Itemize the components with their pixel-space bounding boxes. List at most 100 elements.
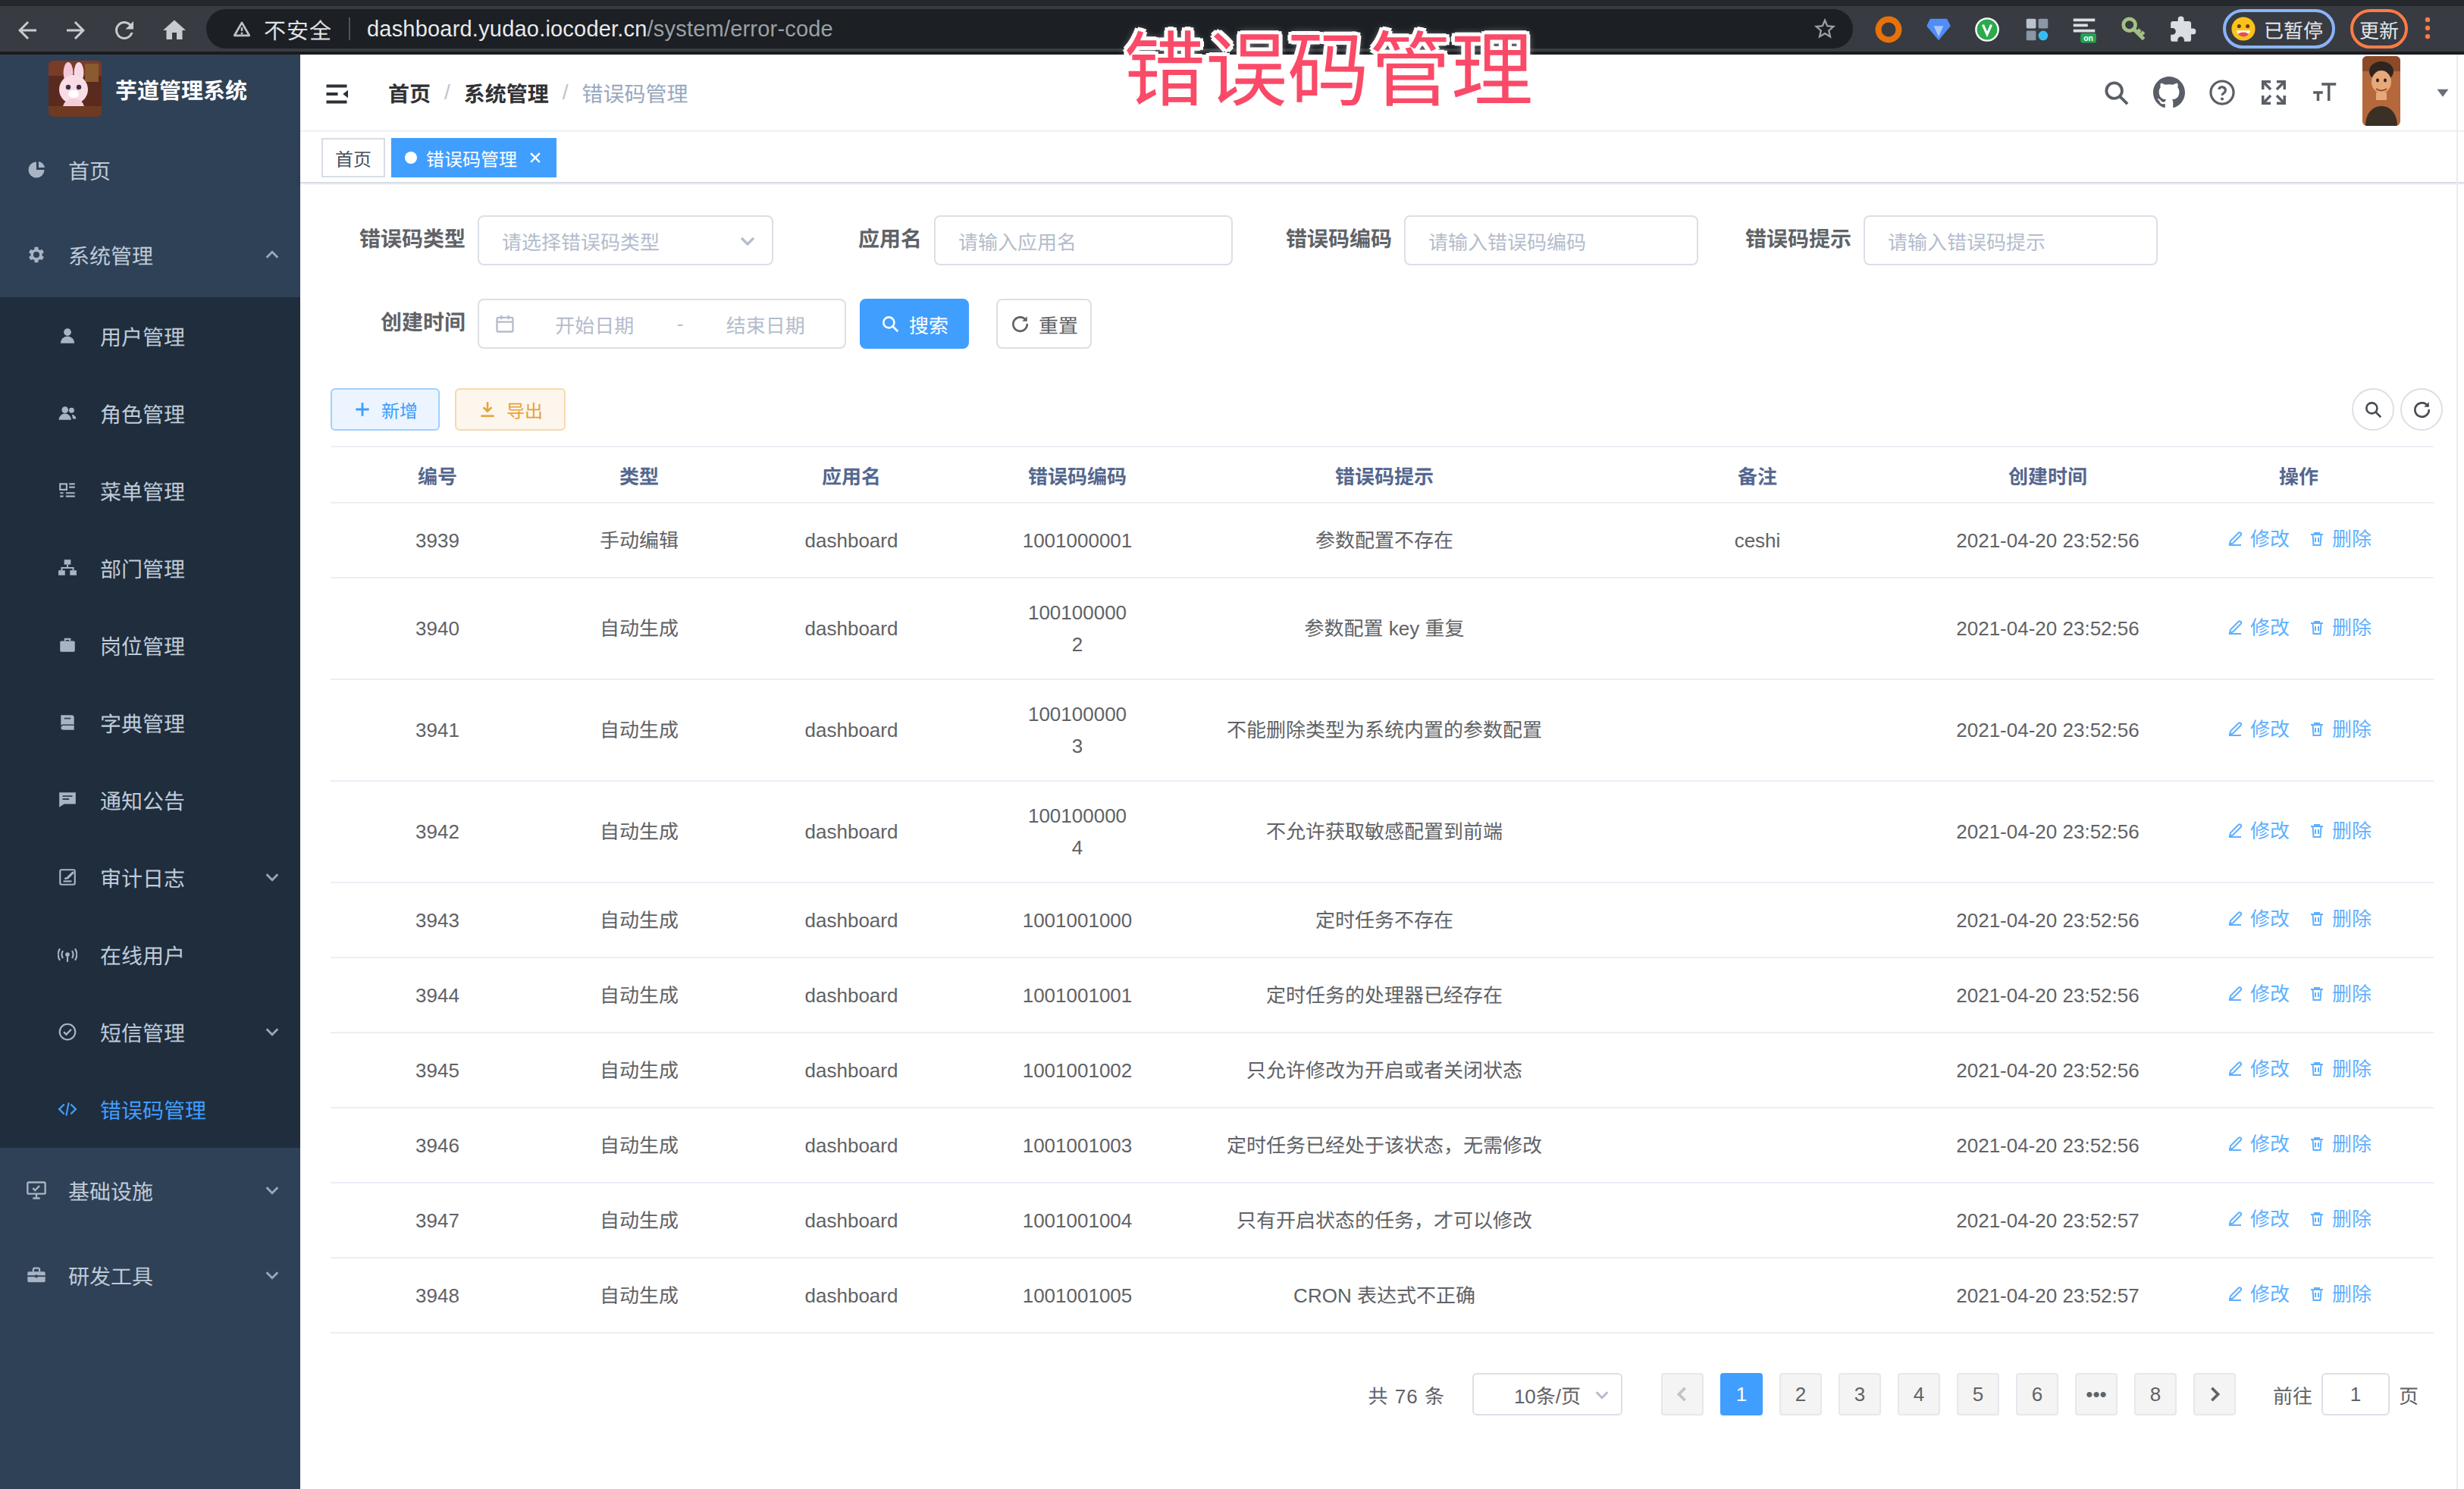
extension-gem-icon[interactable] bbox=[1924, 15, 1953, 44]
delete-link[interactable]: 删除 bbox=[2308, 1277, 2372, 1312]
user-caret-down-icon[interactable] bbox=[2435, 85, 2450, 100]
browser-back-icon[interactable] bbox=[14, 17, 41, 44]
scrollbar-track[interactable] bbox=[2456, 55, 2458, 1489]
delete-link[interactable]: 删除 bbox=[2308, 901, 2372, 936]
tag-error-code[interactable]: 错误码管理 bbox=[391, 138, 556, 177]
search-button[interactable]: 搜索 bbox=[860, 299, 969, 349]
browser-forward-icon[interactable] bbox=[62, 17, 89, 44]
help-icon[interactable] bbox=[2208, 78, 2237, 107]
edit-link[interactable]: 修改 bbox=[2226, 1202, 2290, 1237]
toggle-search-button[interactable] bbox=[2352, 388, 2394, 431]
column-header: 类型 bbox=[544, 447, 734, 503]
profile-paused-chip[interactable]: 已暂停 bbox=[2223, 9, 2335, 49]
extension-list-on-icon[interactable]: on bbox=[2070, 15, 2099, 44]
export-button[interactable]: 导出 bbox=[455, 388, 566, 431]
sidebar-logo[interactable]: 芋道管理系统 bbox=[0, 55, 300, 127]
github-icon[interactable] bbox=[2153, 77, 2185, 108]
sidebar-item-infra[interactable]: 基础设施 bbox=[0, 1148, 300, 1233]
extension-key-icon[interactable] bbox=[2120, 15, 2149, 44]
tag-home[interactable]: 首页 bbox=[321, 138, 385, 177]
prev-page-button[interactable] bbox=[1661, 1373, 1704, 1415]
sidebar-item-online-user[interactable]: 在线用户 bbox=[0, 916, 300, 993]
add-button[interactable]: 新增 bbox=[331, 388, 440, 431]
user-avatar[interactable] bbox=[2362, 56, 2400, 126]
hint-input[interactable]: 请输入错误码提示 bbox=[1864, 215, 2158, 265]
cell-id: 3940 bbox=[331, 578, 544, 679]
browser-menu-kebab-icon[interactable] bbox=[2422, 14, 2434, 42]
delete-link[interactable]: 删除 bbox=[2308, 522, 2372, 556]
delete-link[interactable]: 删除 bbox=[2308, 1202, 2372, 1237]
tag-close-icon[interactable] bbox=[528, 150, 543, 165]
next-page-button[interactable] bbox=[2193, 1373, 2236, 1415]
browser-reload-icon[interactable] bbox=[111, 17, 138, 44]
delete-link[interactable]: 删除 bbox=[2308, 712, 2372, 747]
edit-link[interactable]: 修改 bbox=[2226, 1052, 2290, 1086]
delete-trash-icon bbox=[2308, 1060, 2326, 1078]
sidebar-item-sms[interactable]: 短信管理 bbox=[0, 993, 300, 1071]
page-ellipsis[interactable]: ••• bbox=[2075, 1373, 2118, 1415]
delete-label: 删除 bbox=[2332, 901, 2372, 936]
sidebar-item-role[interactable]: 角色管理 bbox=[0, 375, 300, 452]
header-search-icon[interactable] bbox=[2102, 78, 2130, 107]
breadcrumb-system[interactable]: 系统管理 bbox=[464, 77, 549, 108]
address-bar[interactable]: 不安全 dashboard.yudao.iocoder.cn/system/er… bbox=[206, 9, 1853, 49]
edit-link[interactable]: 修改 bbox=[2226, 813, 2290, 848]
sidebar-item-label: 基础设施 bbox=[68, 1175, 153, 1205]
hamburger-icon[interactable] bbox=[323, 80, 350, 108]
delete-link[interactable]: 删除 bbox=[2308, 813, 2372, 848]
page-size-caret-icon bbox=[1594, 1387, 1610, 1403]
cell-msg: 定时任务不存在 bbox=[1186, 882, 1583, 958]
edit-link[interactable]: 修改 bbox=[2226, 1127, 2290, 1161]
cell-id: 3948 bbox=[331, 1258, 544, 1333]
logo-avatar bbox=[49, 61, 102, 117]
page-button-8[interactable]: 8 bbox=[2134, 1373, 2177, 1415]
sidebar-item-dashboard[interactable]: 首页 bbox=[0, 127, 300, 212]
goto-page-input[interactable]: 1 bbox=[2321, 1373, 2390, 1415]
delete-label: 删除 bbox=[2332, 610, 2372, 645]
page-button-1[interactable]: 1 bbox=[1720, 1373, 1763, 1415]
cell-time: 2021-04-20 23:52:56 bbox=[1932, 679, 2164, 781]
sidebar-item-devtools[interactable]: 研发工具 bbox=[0, 1233, 300, 1318]
page-size-select[interactable]: 10条/页 bbox=[1472, 1373, 1622, 1415]
edit-link[interactable]: 修改 bbox=[2226, 901, 2290, 936]
extensions-puzzle-icon[interactable] bbox=[2168, 15, 2197, 44]
sidebar-item-menu-list[interactable]: 菜单管理 bbox=[0, 452, 300, 529]
page-button-5[interactable]: 5 bbox=[1957, 1373, 1999, 1415]
sidebar-item-dict-book[interactable]: 字典管理 bbox=[0, 684, 300, 761]
post-icon bbox=[58, 635, 77, 655]
font-size-icon[interactable] bbox=[2311, 78, 2340, 107]
breadcrumb-home[interactable]: 首页 bbox=[388, 77, 431, 108]
sidebar-item-user[interactable]: 用户管理 bbox=[0, 297, 300, 375]
page-button-4[interactable]: 4 bbox=[1898, 1373, 1940, 1415]
toggle-search-icon bbox=[2363, 400, 2383, 419]
bookmark-star-icon[interactable] bbox=[1812, 16, 1838, 42]
edit-link[interactable]: 修改 bbox=[2226, 522, 2290, 556]
extension-squares-icon[interactable] bbox=[2023, 15, 2052, 44]
sidebar-item-post[interactable]: 岗位管理 bbox=[0, 607, 300, 684]
edit-link[interactable]: 修改 bbox=[2226, 610, 2290, 645]
browser-update-button[interactable]: 更新 bbox=[2350, 9, 2408, 49]
extension-green-icon[interactable] bbox=[1973, 15, 2002, 44]
sidebar-item-dept-tree[interactable]: 部门管理 bbox=[0, 529, 300, 607]
page-button-3[interactable]: 3 bbox=[1839, 1373, 1881, 1415]
delete-link[interactable]: 删除 bbox=[2308, 1127, 2372, 1161]
delete-link[interactable]: 删除 bbox=[2308, 976, 2372, 1011]
delete-trash-icon bbox=[2308, 1285, 2326, 1303]
edit-link[interactable]: 修改 bbox=[2226, 976, 2290, 1011]
page-button-2[interactable]: 2 bbox=[1779, 1373, 1822, 1415]
edit-link[interactable]: 修改 bbox=[2226, 712, 2290, 747]
sidebar-item-error-code[interactable]: 错误码管理 bbox=[0, 1071, 300, 1148]
page-button-6[interactable]: 6 bbox=[2016, 1373, 2058, 1415]
edit-link[interactable]: 修改 bbox=[2226, 1277, 2290, 1312]
delete-link[interactable]: 删除 bbox=[2308, 1052, 2372, 1086]
browser-home-icon[interactable] bbox=[161, 17, 188, 44]
extension-orange-icon[interactable] bbox=[1874, 15, 1903, 44]
delete-link[interactable]: 删除 bbox=[2308, 610, 2372, 645]
date-range-input[interactable]: 开始日期 - 结束日期 bbox=[478, 299, 846, 349]
refresh-table-button[interactable] bbox=[2400, 388, 2443, 431]
sidebar-item-audit-log[interactable]: 审计日志 bbox=[0, 839, 300, 916]
sidebar-item-notice[interactable]: 通知公告 bbox=[0, 761, 300, 839]
reset-button[interactable]: 重置 bbox=[996, 299, 1092, 349]
sidebar-item-gear[interactable]: 系统管理 bbox=[0, 212, 300, 297]
fullscreen-icon[interactable] bbox=[2259, 78, 2288, 107]
